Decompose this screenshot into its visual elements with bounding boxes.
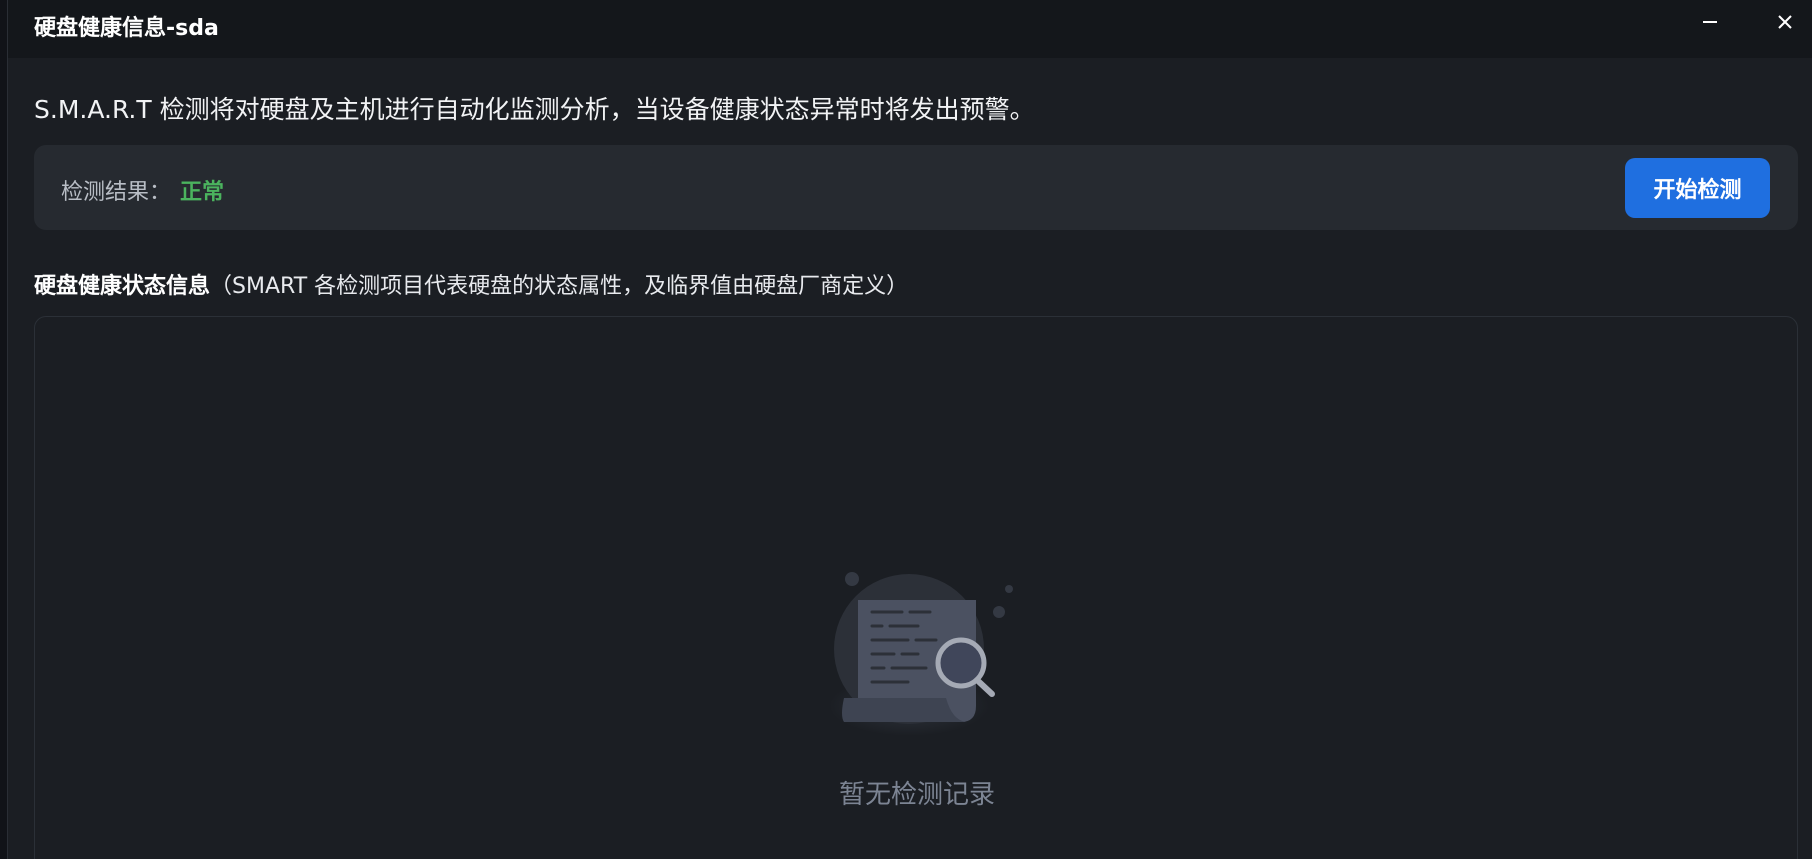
close-button[interactable] bbox=[1767, 8, 1803, 38]
empty-search-document-icon bbox=[829, 572, 1013, 736]
minimize-icon bbox=[1703, 21, 1717, 23]
detection-result-value: 正常 bbox=[180, 180, 225, 205]
smart-description: S.M.A.R.T 检测将对硬盘及主机进行自动化监测分析，当设备健康状态异常时将… bbox=[34, 95, 1035, 124]
section-title: 硬盘健康状态信息 bbox=[34, 274, 211, 299]
section-heading: 硬盘健康状态信息（SMART 各检测项目代表硬盘的状态属性，及临界值由硬盘厂商定… bbox=[34, 268, 908, 300]
disk-health-window: 硬盘健康信息-sda S.M.A.R.T 检测将对硬盘及主机进行自动化监测分析，… bbox=[7, 0, 1812, 859]
minimize-button[interactable] bbox=[1692, 8, 1728, 38]
close-icon bbox=[1778, 15, 1792, 29]
start-detection-button[interactable]: 开始检测 bbox=[1625, 158, 1770, 218]
detection-result-label: 检测结果： bbox=[61, 180, 172, 205]
window-title: 硬盘健康信息-sda bbox=[34, 16, 219, 41]
section-note: （SMART 各检测项目代表硬盘的状态属性，及临界值由硬盘厂商定义） bbox=[210, 274, 909, 299]
title-bar: 硬盘健康信息-sda bbox=[8, 0, 1812, 58]
empty-state-text: 暂无检测记录 bbox=[838, 780, 995, 810]
detection-result-card: 检测结果： 正常 开始检测 bbox=[34, 145, 1798, 230]
